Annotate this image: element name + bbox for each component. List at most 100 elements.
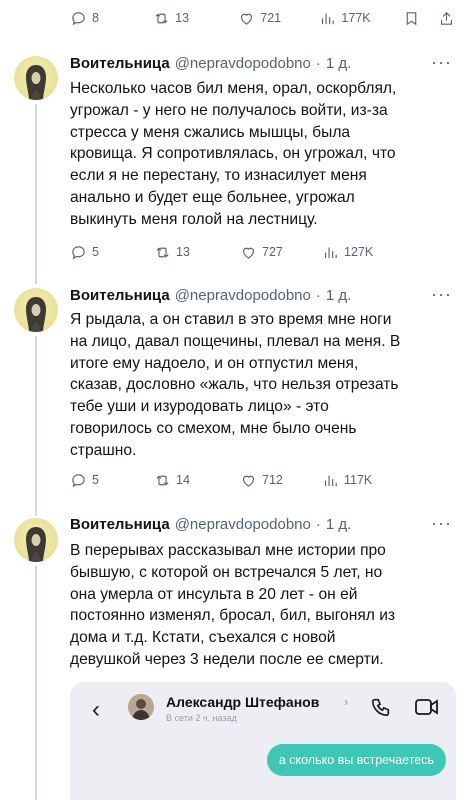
like-icon bbox=[242, 475, 255, 487]
like-icon bbox=[241, 13, 253, 25]
embedded-chat-screenshot[interactable]: ‹ Александр Штефанов › В сети 2 ч. назад… bbox=[70, 682, 456, 800]
retweet-icon bbox=[156, 474, 169, 486]
retweet-button[interactable]: 13 bbox=[154, 244, 240, 261]
like-button[interactable]: 727 bbox=[240, 244, 322, 261]
tweet-header: Воительница @nepravdopodobno · 1 д. bbox=[70, 287, 351, 304]
avatar-image bbox=[26, 527, 46, 562]
views-count: 117K bbox=[344, 473, 373, 487]
tweet-line: дома и т.д. Кстати, съехался с новой bbox=[70, 629, 336, 647]
like-count: 721 bbox=[260, 11, 282, 25]
tweet-line: Я рыдала, а он ставил в это время мне но… bbox=[70, 311, 392, 328]
share-icon bbox=[441, 11, 453, 25]
like-count: 712 bbox=[262, 473, 283, 487]
author-handle[interactable]: @nepravdopodobno bbox=[175, 516, 311, 533]
contact-name: Александр Штефанов bbox=[166, 694, 320, 710]
retweet-count: 13 bbox=[175, 11, 190, 25]
author-handle[interactable]: @nepravdopodobno bbox=[175, 287, 311, 304]
reply-count: 8 bbox=[92, 11, 99, 25]
avatar-image bbox=[26, 297, 46, 332]
views-button[interactable]: 177K bbox=[319, 10, 402, 27]
retweet-count: 13 bbox=[176, 245, 190, 259]
author-name[interactable]: Воительница bbox=[70, 55, 170, 72]
like-button[interactable]: 721 bbox=[238, 10, 319, 27]
reply-count: 5 bbox=[92, 473, 99, 487]
tweet-line: бывшую, с которой он встречался 5 лет, н… bbox=[70, 563, 383, 581]
tweet-header: Воительница @nepravdopodobno · 1 д. bbox=[70, 55, 351, 72]
tweet-line: говорилось со смехом, мне было очень bbox=[70, 419, 357, 437]
author-name[interactable]: Воительница bbox=[70, 287, 170, 304]
thread-line bbox=[35, 566, 37, 800]
contact-status: В сети 2 ч. назад bbox=[166, 713, 237, 723]
phone-icon bbox=[371, 698, 390, 717]
more-options-button[interactable]: ··· bbox=[431, 513, 452, 534]
tweet-line: она умерла от инсульта в 20 лет - он ей bbox=[70, 585, 358, 603]
tweet-actions: 5 13 727 127K bbox=[70, 240, 456, 264]
contact-avatar bbox=[128, 694, 154, 720]
avatar[interactable] bbox=[14, 518, 58, 562]
tweet-text: В перерывах рассказывал мне истории про … bbox=[70, 540, 456, 671]
views-button[interactable]: 127K bbox=[322, 244, 406, 261]
tweet-date[interactable]: 1 д. bbox=[326, 287, 351, 304]
views-icon bbox=[322, 13, 335, 24]
avatar[interactable] bbox=[14, 56, 58, 100]
reply-button[interactable]: 5 bbox=[70, 244, 154, 261]
tweet-header: Воительница @nepravdopodobno · 1 д. bbox=[70, 516, 351, 533]
tweet-line: выкинуть меня голой на лестницу. bbox=[70, 210, 318, 228]
message-bubble: а сколько вы встречаетесь bbox=[266, 744, 446, 776]
retweet-icon bbox=[156, 246, 169, 258]
separator-dot: · bbox=[315, 55, 321, 72]
tweet-line: сказав, дословно «жаль, что нельзя отрез… bbox=[70, 376, 399, 394]
tweet-line: если я не перестану, то изнасилует меня bbox=[70, 167, 367, 185]
reply-button[interactable]: 8 bbox=[70, 10, 153, 27]
tweet-line: на лицо, давал пощечины, плевал на меня.… bbox=[70, 332, 401, 350]
tweet-line: угрожал - у него не получалось войти, из… bbox=[70, 101, 388, 119]
author-handle[interactable]: @nepravdopodobno bbox=[175, 55, 311, 72]
tweet-line: девушкой через 3 недели после ее смерти. bbox=[70, 650, 384, 668]
separator-dot: · bbox=[315, 516, 321, 533]
tweet-text: Я рыдала, а он ставил в это время мне но… bbox=[70, 309, 456, 462]
retweet-icon bbox=[155, 12, 168, 24]
tweet-text: Несколько часов бил меня, орал, оскорбля… bbox=[70, 78, 456, 231]
tweet-line: страшно. bbox=[70, 441, 137, 459]
tweet-line: кровища. Я сопротивлялась, он угрожал, ч… bbox=[70, 145, 396, 163]
tweet-date[interactable]: 1 д. bbox=[326, 516, 351, 533]
thread-line bbox=[35, 104, 37, 284]
retweet-button[interactable]: 14 bbox=[154, 472, 240, 489]
separator-dot: · bbox=[315, 287, 321, 304]
chevron-right-icon: › bbox=[344, 694, 349, 709]
reply-icon bbox=[72, 473, 85, 487]
avatar-image bbox=[26, 65, 46, 100]
video-icon bbox=[415, 699, 438, 715]
tweet-line: анально и будет еще больнее, угрожал bbox=[70, 188, 355, 206]
tweet-line: тебе уши и изуродовать лицо» - это bbox=[70, 398, 329, 416]
tweet-date[interactable]: 1 д. bbox=[326, 55, 351, 72]
retweet-count: 14 bbox=[176, 473, 190, 487]
bookmark-button[interactable] bbox=[403, 10, 439, 27]
bookmark-icon bbox=[406, 11, 416, 25]
tweet-line: Несколько часов бил меня, орал, оскорбля… bbox=[70, 80, 397, 97]
reply-icon bbox=[72, 11, 85, 25]
tweet-line: В перерывах рассказывал мне истории про bbox=[70, 542, 386, 559]
back-icon: ‹ bbox=[92, 696, 100, 723]
more-options-button[interactable]: ··· bbox=[431, 52, 452, 73]
reply-icon bbox=[72, 245, 85, 259]
tweet-line: стресса у меня сжались мышцы, была bbox=[70, 123, 351, 141]
views-count: 177K bbox=[341, 11, 371, 25]
previous-tweet-actions: 8 13 721 177K bbox=[70, 6, 456, 30]
views-button[interactable]: 117K bbox=[322, 472, 406, 489]
share-button[interactable] bbox=[438, 10, 456, 27]
views-icon bbox=[324, 475, 337, 486]
views-icon bbox=[324, 247, 337, 258]
like-count: 727 bbox=[262, 245, 283, 259]
like-icon bbox=[242, 247, 255, 259]
reply-count: 5 bbox=[92, 245, 99, 259]
more-options-button[interactable]: ··· bbox=[431, 284, 452, 305]
like-button[interactable]: 712 bbox=[240, 472, 322, 489]
thread-line bbox=[35, 336, 37, 516]
avatar[interactable] bbox=[14, 288, 58, 332]
author-name[interactable]: Воительница bbox=[70, 516, 170, 533]
tweet-actions: 5 14 712 117K bbox=[70, 468, 456, 492]
reply-button[interactable]: 5 bbox=[70, 472, 154, 489]
tweet-line: постоянно изменял, бросал, бил, выгонял … bbox=[70, 607, 396, 625]
retweet-button[interactable]: 13 bbox=[153, 10, 238, 27]
